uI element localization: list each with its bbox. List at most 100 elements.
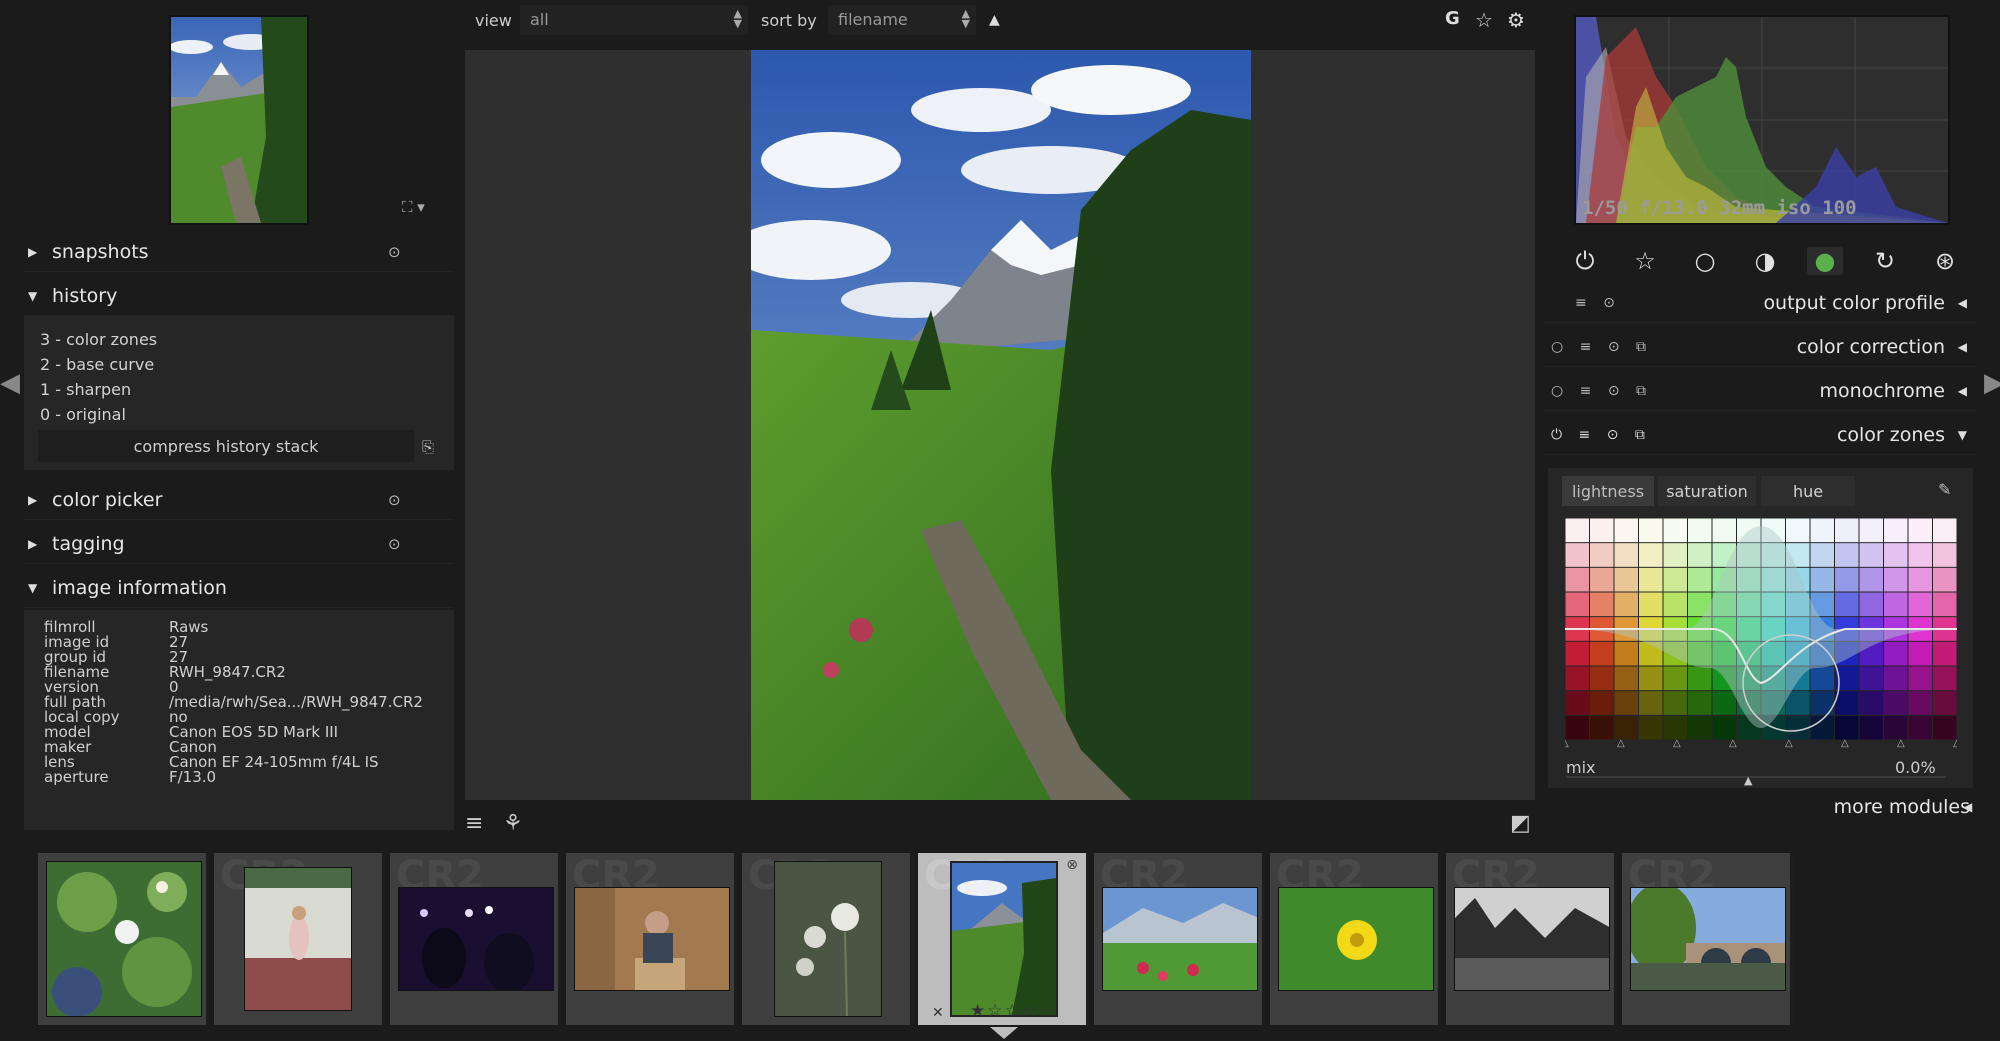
color-zones-graph[interactable]: △ △ △ △ △ △ △ △ [1561, 518, 1961, 749]
power-icon[interactable]: ⏻ [1567, 247, 1603, 275]
history-title: history [52, 284, 118, 307]
color-picker-expander[interactable]: ▶ color picker ⊙ [24, 480, 454, 520]
grouping-icon[interactable]: G [1445, 8, 1460, 29]
filmstrip-thumbnail-selected[interactable]: CR2 ⊗ ✕ ★☆☆☆☆ [918, 853, 1090, 1025]
star-rating[interactable]: ★☆☆☆☆ [970, 1001, 1056, 1021]
svg-text:△: △ [1897, 738, 1905, 748]
reset-icon[interactable]: ⊙ [388, 491, 401, 509]
color-circle-icon[interactable]: ● [1807, 247, 1843, 275]
info-value: F/13.0 [169, 768, 217, 786]
tagging-title: tagging [52, 532, 125, 555]
histogram[interactable]: 1/50 f/13.0 32mm iso 100 [1574, 15, 1950, 225]
color-picker-title: color picker [52, 488, 163, 511]
gradient-circle-icon[interactable]: ◑ [1747, 247, 1783, 275]
styles-icon[interactable]: ⚘ [503, 811, 523, 836]
image-information-expander[interactable]: ▼ image information [24, 568, 454, 608]
bottom-toolbar: ≡ ⚘ ◩ [465, 805, 1535, 845]
filmstrip-thumbnail[interactable]: CR2 [1270, 853, 1442, 1025]
module-group-tabs: ⏻ ☆ ○ ◑ ● ↻ ⊛ [1555, 238, 1975, 284]
module-controls[interactable]: ○ ≡ ⊙ ⧉ [1551, 383, 1652, 399]
filmstrip-thumbnail[interactable]: CR2 [742, 853, 914, 1025]
info-value: RWH_9847.CR2 [169, 663, 286, 681]
module-controls[interactable]: ⏻ ≡ ⊙ ⧉ [1551, 427, 1651, 443]
copy-history-icon[interactable]: ⎘ [422, 438, 434, 456]
view-value: all [530, 10, 549, 29]
mix-slider-handle[interactable]: ▲ [1744, 774, 1752, 787]
sort-combobox[interactable]: filename ▲ ▼ [828, 5, 976, 35]
module-controls[interactable]: ○ ≡ ⊙ ⧉ [1551, 339, 1652, 355]
more-modules[interactable]: more modules [1834, 796, 1970, 818]
view-combobox[interactable]: all ▲ ▼ [520, 5, 748, 35]
darktable-darkroom: ◀ ▶ ⛶ ▾ ▶ snapshots ⊙ ▼ history 3 - colo… [0, 0, 2000, 1041]
filmstrip-thumbnail[interactable]: CR2 [566, 853, 738, 1025]
module-controls[interactable]: ≡ ⊙ [1575, 295, 1621, 311]
collapsed-arrow-icon: ◀ [1957, 383, 1967, 398]
history-item[interactable]: 2 - base curve [40, 355, 154, 374]
reset-icon[interactable]: ⊙ [388, 535, 401, 553]
color-picker-icon[interactable]: ✎ [1938, 480, 1951, 499]
svg-text:△: △ [1785, 738, 1793, 748]
filmstrip-thumbnail[interactable] [38, 853, 210, 1025]
mix-slider[interactable] [1566, 776, 1946, 778]
tab-lightness[interactable]: lightness [1562, 476, 1654, 506]
history-list: 3 - color zones 2 - base curve 1 - sharp… [24, 316, 454, 470]
snapshots-title: snapshots [52, 240, 149, 263]
history-item[interactable]: 0 - original [40, 405, 126, 424]
collapsed-arrow-icon: ▶ [28, 536, 38, 551]
svg-text:△: △ [1673, 738, 1681, 748]
info-row: aperture F/13.0 [44, 768, 216, 786]
compress-history-button[interactable]: compress history stack [38, 430, 414, 462]
svg-text:△: △ [1729, 738, 1737, 748]
navigation-thumbnail[interactable] [169, 15, 309, 225]
quick-access-menu-icon[interactable]: ≡ [465, 811, 483, 836]
filmstrip-thumbnail[interactable]: CR2 [390, 853, 562, 1025]
history-expander[interactable]: ▼ history [24, 276, 454, 316]
svg-text:△: △ [1565, 738, 1569, 748]
filmstrip-thumbnail[interactable]: CR2 [1622, 853, 1794, 1025]
collapse-right-panel-arrow[interactable]: ▶ [1984, 368, 2000, 398]
reject-icon[interactable]: ✕ [932, 1005, 944, 1021]
altered-icon[interactable]: ⊗ [1066, 857, 1078, 873]
module-title: color correction [1796, 335, 1945, 358]
module-output-color-profile[interactable]: ≡ ⊙ output color profile ◀ [1545, 283, 1975, 323]
exposure-info: 1/50 f/13.0 32mm iso 100 [1582, 197, 1857, 219]
history-item[interactable]: 3 - color zones [40, 330, 157, 349]
module-color-correction[interactable]: ○ ≡ ⊙ ⧉ color correction ◀ [1545, 327, 1975, 367]
tab-hue[interactable]: hue [1761, 476, 1855, 506]
module-monochrome[interactable]: ○ ≡ ⊙ ⧉ monochrome ◀ [1545, 371, 1975, 411]
expanded-arrow-icon: ▼ [28, 288, 38, 303]
main-image[interactable] [751, 50, 1251, 800]
rotate-icon[interactable]: ↻ [1867, 247, 1903, 275]
image-information-table: filmroll Raws image id 27 group id 27 filename… [24, 610, 454, 830]
star-icon[interactable]: ☆ [1475, 8, 1493, 32]
collapse-left-panel-arrow[interactable]: ◀ [0, 368, 20, 398]
fullscreen-icon[interactable]: ⛶ ▾ [402, 198, 425, 216]
gear-icon[interactable]: ⚙ [1507, 8, 1525, 32]
sort-direction-icon[interactable]: ▲ [989, 12, 1000, 28]
filmstrip: CR2 CR2 CR2 CR2 CR2 ⊗ [22, 853, 1977, 1025]
spin-arrows-icon: ▲ ▼ [961, 7, 970, 30]
current-image-pointer [990, 1027, 1018, 1039]
view-label: view [475, 11, 512, 30]
svg-text:△: △ [1617, 738, 1625, 748]
module-color-zones[interactable]: ⏻ ≡ ⊙ ⧉ color zones ▼ [1545, 415, 1975, 455]
collapsed-arrow-icon: ◀ [1963, 800, 1973, 814]
filmstrip-thumbnail[interactable]: CR2 [1094, 853, 1266, 1025]
history-item[interactable]: 1 - sharpen [40, 380, 131, 399]
color-zones-panel: lightness saturation hue ✎ △△△△△△△△ mix … [1548, 468, 1973, 788]
reset-icon[interactable]: ⊙ [388, 243, 401, 261]
filmstrip-thumbnail[interactable]: CR2 [1446, 853, 1618, 1025]
aperture-icon[interactable]: ⊛ [1927, 247, 1963, 275]
collapsed-arrow-icon: ▶ [28, 492, 38, 507]
image-information-title: image information [52, 576, 227, 599]
filmstrip-thumbnail[interactable]: CR2 [214, 853, 386, 1025]
module-title: output color profile [1763, 291, 1945, 314]
center-view[interactable] [465, 50, 1535, 800]
snapshots-expander[interactable]: ▶ snapshots ⊙ [24, 232, 454, 272]
tab-saturation[interactable]: saturation [1658, 476, 1756, 506]
expanded-arrow-icon: ▼ [28, 580, 38, 595]
tagging-expander[interactable]: ▶ tagging ⊙ [24, 524, 454, 564]
circle-icon[interactable]: ○ [1687, 247, 1723, 275]
overexposed-toggle-icon[interactable]: ◩ [1510, 811, 1531, 836]
star-outline-icon[interactable]: ☆ [1627, 247, 1663, 275]
